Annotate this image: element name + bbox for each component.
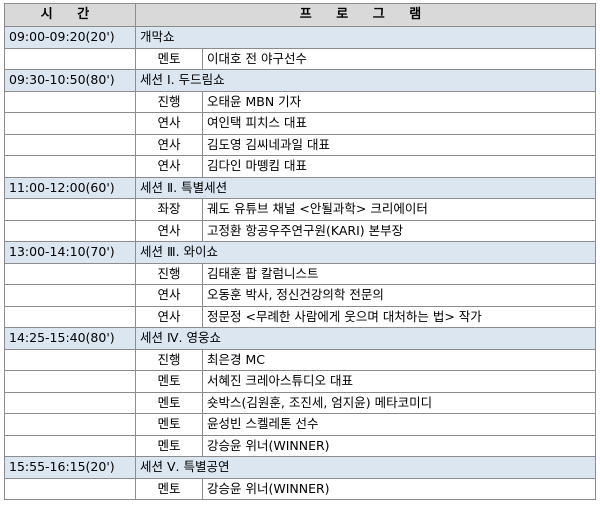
empty-time-cell xyxy=(4,155,136,178)
speaker-row: 연사 정문정 <무례한 사람에게 웃으며 대처하는 법> 작가 xyxy=(4,305,597,328)
empty-time-cell xyxy=(4,47,136,70)
speaker-role: 멘토 xyxy=(135,370,203,393)
empty-time-cell xyxy=(4,391,136,414)
section-title: 세션 Ⅴ. 특별공연 xyxy=(134,456,597,479)
speaker-role: 멘토 xyxy=(135,47,203,70)
speaker-role: 진행 xyxy=(135,262,203,285)
speaker-description: 여인택 피치스 대표 xyxy=(201,112,597,135)
speaker-row: 멘토 서혜진 크레아스튜디오 대표 xyxy=(4,370,597,393)
speaker-row: 멘토 숏박스(김원훈, 조진세, 엄지윤) 메타코미디 xyxy=(4,391,597,414)
program-table: 시 간 프 로 그 램 09:00-09:20(20') 개막쇼 멘토 이대호 전 야… xyxy=(4,3,597,500)
speaker-description: 김도영 김씨네과일 대표 xyxy=(201,133,597,156)
speaker-role: 연사 xyxy=(135,284,203,307)
speaker-description: 이대호 전 야구선수 xyxy=(201,47,597,70)
speaker-row: 멘토 강승윤 위너(WINNER) xyxy=(4,434,597,457)
header-row: 시 간 프 로 그 램 xyxy=(4,3,597,27)
empty-time-cell xyxy=(4,219,136,242)
section-time: 14:25-15:40(80') xyxy=(4,327,136,350)
speaker-role: 멘토 xyxy=(135,391,203,414)
speaker-row: 멘토 강승윤 위너(WINNER) xyxy=(4,477,597,500)
speaker-role: 좌장 xyxy=(135,198,203,221)
speaker-description: 고정환 항공우주연구원(KARI) 본부장 xyxy=(201,219,597,242)
speaker-role: 진행 xyxy=(135,348,203,371)
empty-time-cell xyxy=(4,112,136,135)
speaker-row: 연사 김도영 김씨네과일 대표 xyxy=(4,133,597,156)
empty-time-cell xyxy=(4,284,136,307)
empty-time-cell xyxy=(4,370,136,393)
speaker-description: 윤성빈 스켈레톤 선수 xyxy=(201,413,597,436)
speaker-description: 강승윤 위너(WINNER) xyxy=(201,434,597,457)
speaker-row: 멘토 이대호 전 야구선수 xyxy=(4,47,597,70)
speaker-description: 오동훈 박사, 정신건강의학 전문의 xyxy=(201,284,597,307)
speaker-row: 진행 김태훈 팝 칼럼니스트 xyxy=(4,262,597,285)
speaker-description: 정문정 <무례한 사람에게 웃으며 대처하는 법> 작가 xyxy=(201,305,597,328)
empty-time-cell xyxy=(4,133,136,156)
section-title: 세션 Ⅰ. 두드림쇼 xyxy=(134,69,597,92)
section-title: 세션 Ⅳ. 영웅쇼 xyxy=(134,327,597,350)
section-time: 09:00-09:20(20') xyxy=(4,26,136,49)
empty-time-cell xyxy=(4,262,136,285)
speaker-role: 멘토 xyxy=(135,434,203,457)
section-row: 09:00-09:20(20') 개막쇼 xyxy=(4,26,597,49)
empty-time-cell xyxy=(4,198,136,221)
speaker-description: 궤도 유튜브 채널 <안될과학> 크리에이터 xyxy=(201,198,597,221)
section-time: 09:30-10:50(80') xyxy=(4,69,136,92)
empty-time-cell xyxy=(4,305,136,328)
speaker-row: 멘토 윤성빈 스켈레톤 선수 xyxy=(4,413,597,436)
speaker-row: 진행 오태윤 MBN 기자 xyxy=(4,90,597,113)
section-row: 13:00-14:10(70') 세션 Ⅲ. 와이쇼 xyxy=(4,241,597,264)
program-header: 프 로 그 램 xyxy=(134,3,597,27)
speaker-role: 멘토 xyxy=(135,477,203,500)
empty-time-cell xyxy=(4,90,136,113)
speaker-row: 연사 여인택 피치스 대표 xyxy=(4,112,597,135)
section-title: 개막쇼 xyxy=(134,26,597,49)
speaker-description: 오태윤 MBN 기자 xyxy=(201,90,597,113)
speaker-row: 연사 김다인 마뗑킴 대표 xyxy=(4,155,597,178)
section-row: 11:00-12:00(60') 세션 Ⅱ. 특별세션 xyxy=(4,176,597,199)
section-row: 14:25-15:40(80') 세션 Ⅳ. 영웅쇼 xyxy=(4,327,597,350)
section-title: 세션 Ⅱ. 특별세션 xyxy=(134,176,597,199)
section-row: 15:55-16:15(20') 세션 Ⅴ. 특별공연 xyxy=(4,456,597,479)
speaker-role: 진행 xyxy=(135,90,203,113)
speaker-row: 연사 고정환 항공우주연구원(KARI) 본부장 xyxy=(4,219,597,242)
speaker-description: 숏박스(김원훈, 조진세, 엄지윤) 메타코미디 xyxy=(201,391,597,414)
speaker-role: 연사 xyxy=(135,219,203,242)
section-time: 13:00-14:10(70') xyxy=(4,241,136,264)
section-time: 11:00-12:00(60') xyxy=(4,176,136,199)
empty-time-cell xyxy=(4,434,136,457)
section-row: 09:30-10:50(80') 세션 Ⅰ. 두드림쇼 xyxy=(4,69,597,92)
speaker-description: 최은경 MC xyxy=(201,348,597,371)
speaker-role: 연사 xyxy=(135,155,203,178)
speaker-row: 좌장 궤도 유튜브 채널 <안될과학> 크리에이터 xyxy=(4,198,597,221)
speaker-description: 강승윤 위너(WINNER) xyxy=(201,477,597,500)
empty-time-cell xyxy=(4,348,136,371)
program-body: 09:00-09:20(20') 개막쇼 멘토 이대호 전 야구선수 09:30-10:… xyxy=(4,26,597,500)
speaker-role: 연사 xyxy=(135,112,203,135)
section-time: 15:55-16:15(20') xyxy=(4,456,136,479)
speaker-description: 김다인 마뗑킴 대표 xyxy=(201,155,597,178)
speaker-row: 연사 오동훈 박사, 정신건강의학 전문의 xyxy=(4,284,597,307)
speaker-role: 멘토 xyxy=(135,413,203,436)
time-header: 시 간 xyxy=(4,3,136,27)
speaker-description: 김태훈 팝 칼럼니스트 xyxy=(201,262,597,285)
empty-time-cell xyxy=(4,413,136,436)
speaker-row: 진행 최은경 MC xyxy=(4,348,597,371)
speaker-description: 서혜진 크레아스튜디오 대표 xyxy=(201,370,597,393)
section-title: 세션 Ⅲ. 와이쇼 xyxy=(134,241,597,264)
empty-time-cell xyxy=(4,477,136,500)
speaker-role: 연사 xyxy=(135,133,203,156)
speaker-role: 연사 xyxy=(135,305,203,328)
